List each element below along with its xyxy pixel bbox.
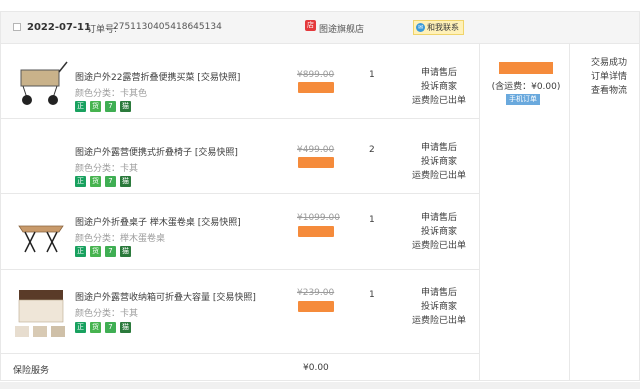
item-actions: 申请售后 投诉商家 运费险已出单 [401,286,477,328]
view-logistics-link[interactable]: 查看物流 [591,84,627,98]
insurance-price: ¥0.00 [303,363,329,373]
trade-status: 交易成功 [591,58,628,68]
service-badges: 正 货 7 猫 [75,246,131,257]
original-price: ¥899.00 [297,70,335,80]
service-badges: 正 货 7 猫 [75,322,131,333]
shop-icon: 店 [305,20,316,31]
order-header: 2022-07-11 订单号: 2751130405418645134 店 图途… [1,12,639,44]
product-title-link[interactable]: 图途户外折叠桌子 榉木蛋卷桌 [交易快照] [75,215,241,228]
bottom-scroll-area [0,382,640,389]
quantity: 1 [369,215,375,225]
order-item-row: 图途户外露营收纳箱可折叠大容量 [交易快照] 颜色分类：卡其 正 货 7 猫 ¥… [1,270,479,354]
seven-day-return-icon: 7 [105,101,116,112]
freight-note: (含运费：¥0.00) [491,82,561,92]
order-status-column: 交易成功 订单详情 查看物流 [591,56,627,98]
genuine-badge-icon: 正 [75,101,86,112]
column-divider [569,44,570,381]
contact-seller-button[interactable]: ✉ 和我联系 [413,20,464,35]
product-thumbnail-storage-box[interactable] [13,280,69,340]
price-redacted [298,301,334,312]
product-sku: 颜色分类：榉木蛋卷桌 [75,234,166,244]
tmall-badge-icon: 猫 [120,101,131,112]
column-divider [479,44,480,381]
order-date: 2022-07-11 [27,22,91,33]
mobile-order-badge: 手机订单 [506,94,540,105]
product-title-link[interactable]: 图途户外22露营折叠便携买菜 [交易快照] [75,70,240,83]
tmall-badge-icon: 猫 [120,246,131,257]
order-item-row: 图途户外折叠桌子 榉木蛋卷桌 [交易快照] 颜色分类：榉木蛋卷桌 正 货 7 猫… [1,194,479,270]
quantity: 2 [369,145,375,155]
genuine-badge-icon: 正 [75,246,86,257]
delivery-badge-icon: 货 [90,101,101,112]
contact-label: 和我联系 [427,23,459,32]
product-thumbnail-table[interactable] [13,204,69,260]
delivery-badge-icon: 货 [90,322,101,333]
product-sku: 颜色分类：卡其 [75,164,139,174]
freight-insurance-status: 运费险已出单 [411,316,466,326]
complain-seller-link[interactable]: 投诉商家 [401,225,477,239]
product-title-link[interactable]: 图途户外露营收纳箱可折叠大容量 [交易快照] [75,290,256,303]
product-sku: 颜色分类：卡其色 [75,89,148,99]
seven-day-return-icon: 7 [105,322,116,333]
product-title-link[interactable]: 图途户外露营便携式折叠椅子 [交易快照] [75,145,238,158]
order-item-row: 图途户外22露营折叠便携买菜 [交易快照] 颜色分类：卡其色 正 货 7 猫 ¥… [1,44,479,119]
product-thumbnail-chair[interactable] [13,129,69,185]
order-checkbox[interactable] [13,23,21,31]
seven-day-return-icon: 7 [105,176,116,187]
apply-after-sale-link[interactable]: 申请售后 [401,286,477,300]
order-detail-link[interactable]: 订单详情 [591,70,627,84]
delivery-badge-icon: 货 [90,176,101,187]
freight-insurance-status: 运费险已出单 [411,96,466,106]
quantity: 1 [369,70,375,80]
apply-after-sale-link[interactable]: 申请售后 [401,141,477,155]
genuine-badge-icon: 正 [75,176,86,187]
apply-after-sale-link[interactable]: 申请售后 [401,66,477,80]
freight-insurance-status: 运费险已出单 [411,241,466,251]
item-actions: 申请售后 投诉商家 运费险已出单 [401,66,477,108]
item-actions: 申请售后 投诉商家 运费险已出单 [401,211,477,253]
original-price: ¥499.00 [297,145,335,155]
freight-insurance-status: 运费险已出单 [411,171,466,181]
price-redacted [298,157,334,168]
apply-after-sale-link[interactable]: 申请售后 [401,211,477,225]
insurance-label: 保险服务 [13,366,50,376]
chat-icon: ✉ [416,23,425,32]
tmall-badge-icon: 猫 [120,322,131,333]
genuine-badge-icon: 正 [75,322,86,333]
price-redacted [298,226,334,237]
order-number: 2751130405418645134 [113,22,222,32]
quantity: 1 [369,290,375,300]
service-badges: 正 货 7 猫 [75,101,131,112]
complain-seller-link[interactable]: 投诉商家 [401,300,477,314]
product-thumbnail-wagon[interactable] [13,54,69,110]
shop-name-link[interactable]: 图途旗舰店 [319,22,364,35]
complain-seller-link[interactable]: 投诉商家 [401,155,477,169]
seven-day-return-icon: 7 [105,246,116,257]
delivery-badge-icon: 货 [90,246,101,257]
order-card: 2022-07-11 订单号: 2751130405418645134 店 图途… [0,11,640,381]
original-price: ¥239.00 [297,288,335,298]
total-price-redacted [499,62,553,74]
insurance-row: 保险服务 ¥0.00 [1,354,479,382]
product-sku: 颜色分类：卡其 [75,309,139,319]
complain-seller-link[interactable]: 投诉商家 [401,80,477,94]
order-item-row: 图途户外露营便携式折叠椅子 [交易快照] 颜色分类：卡其 正 货 7 猫 ¥49… [1,119,479,194]
service-badges: 正 货 7 猫 [75,176,131,187]
original-price: ¥1099.00 [297,213,340,223]
tmall-badge-icon: 猫 [120,176,131,187]
item-actions: 申请售后 投诉商家 运费险已出单 [401,141,477,183]
price-redacted [298,82,334,93]
